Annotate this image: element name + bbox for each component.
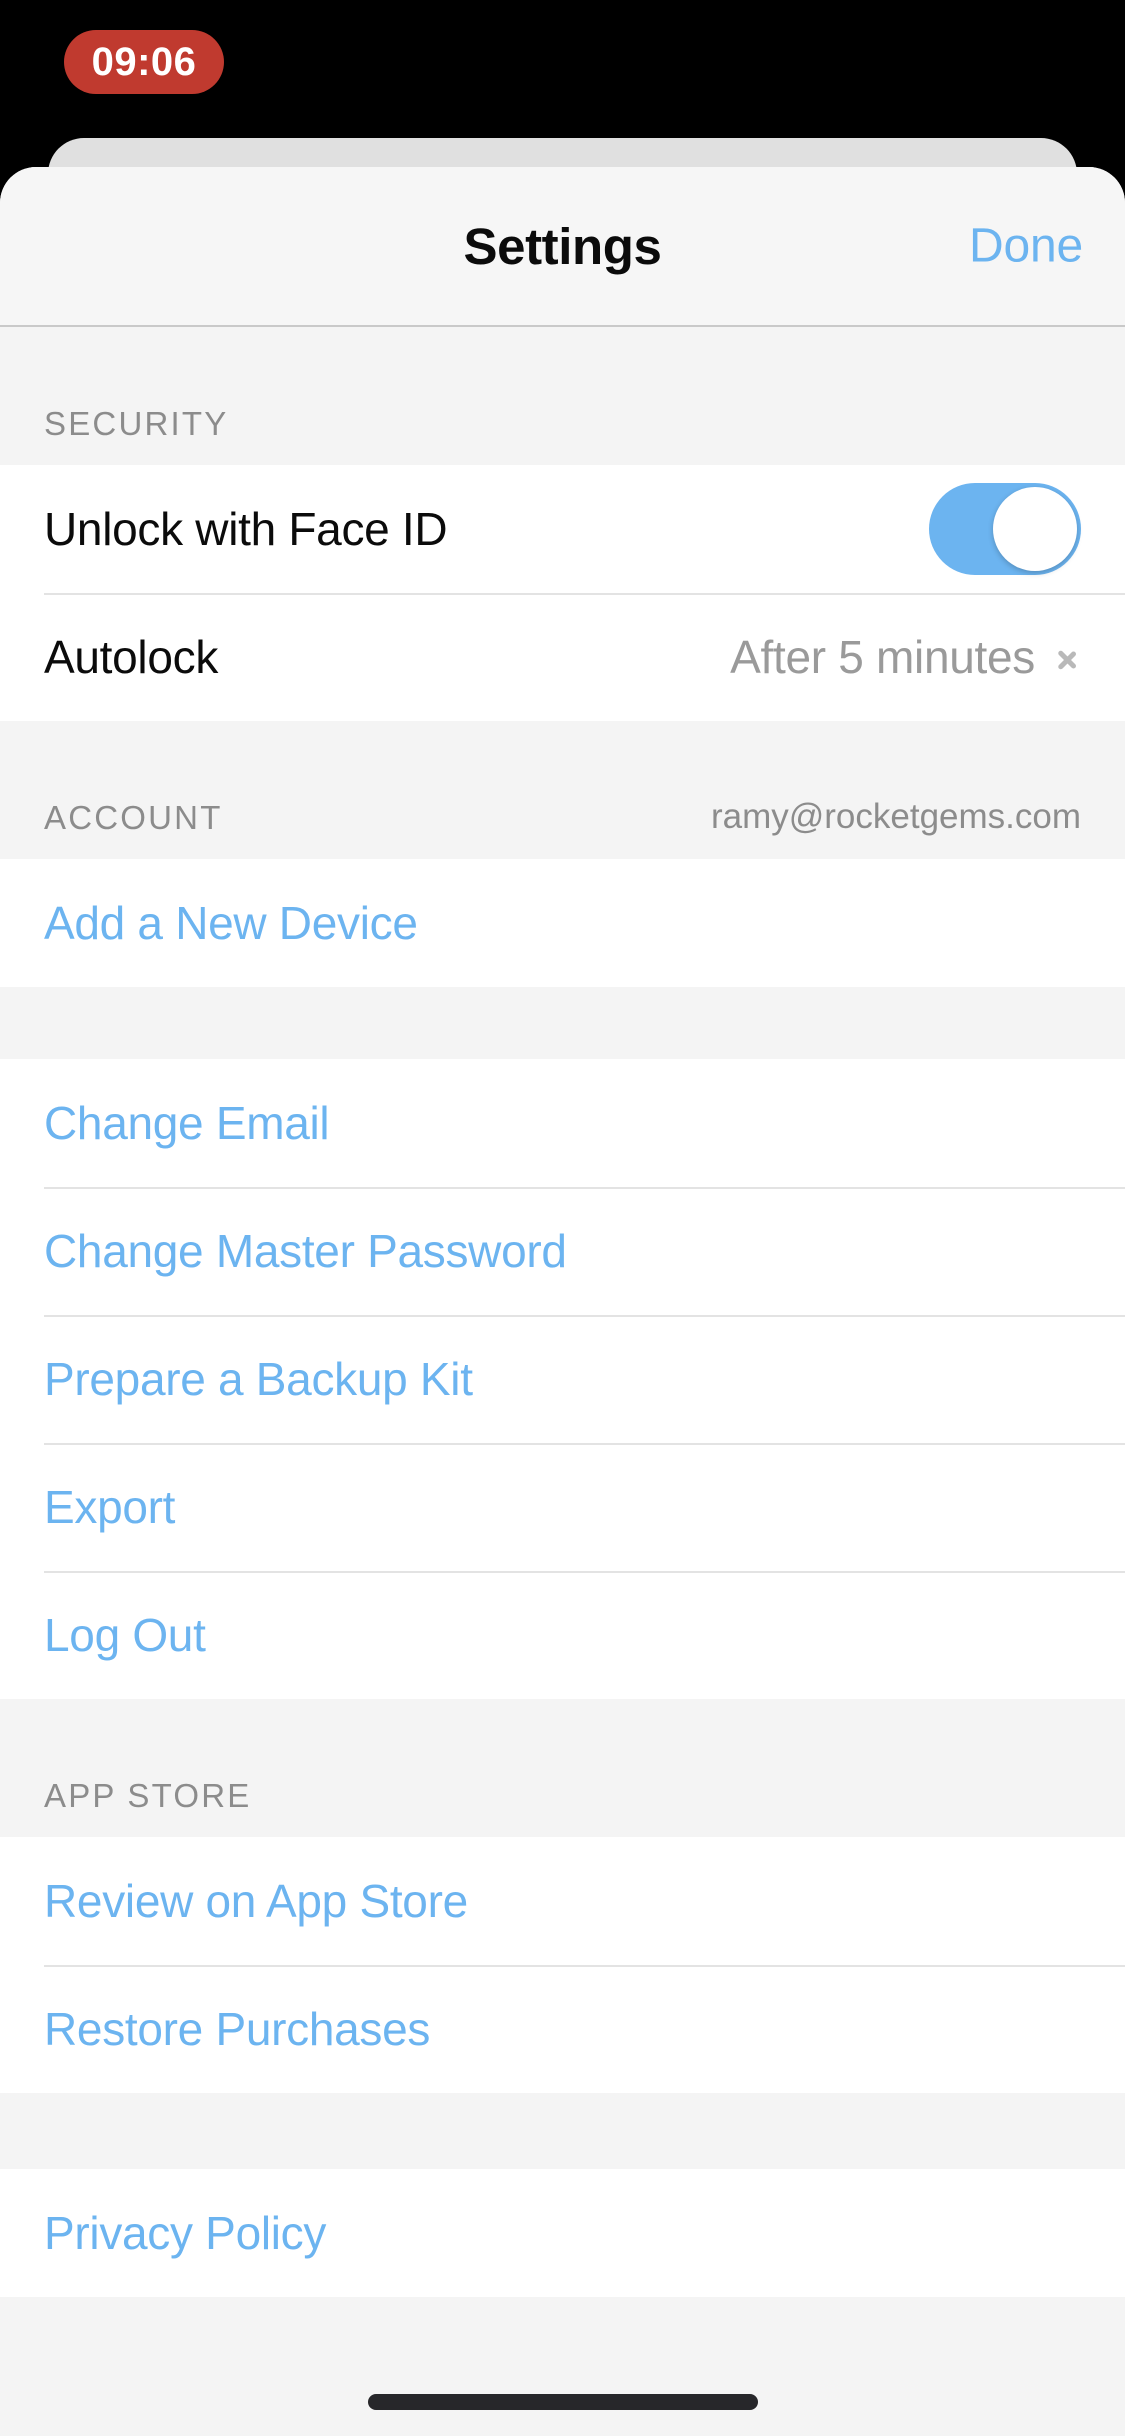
row-label-autolock: Autolock bbox=[44, 631, 219, 683]
row-restore-purchases[interactable]: Restore Purchases bbox=[0, 1965, 1125, 2093]
row-label-add-device: Add a New Device bbox=[44, 897, 418, 949]
row-label-change-master-password: Change Master Password bbox=[44, 1225, 567, 1277]
row-privacy-policy[interactable]: Privacy Policy bbox=[0, 2169, 1125, 2297]
toggle-knob bbox=[993, 487, 1077, 571]
section-header-app-store: APP STORE bbox=[0, 1699, 1125, 1837]
row-value-autolock: After 5 minutes bbox=[730, 631, 1035, 683]
row-label-prepare-backup-kit: Prepare a Backup Kit bbox=[44, 1353, 473, 1405]
group-spacer-1 bbox=[0, 987, 1125, 1059]
row-label-review-on-app-store: Review on App Store bbox=[44, 1875, 468, 1927]
status-bar: 09:06 bbox=[0, 0, 1125, 140]
row-autolock[interactable]: Autolock After 5 minutes bbox=[0, 593, 1125, 721]
home-indicator[interactable] bbox=[367, 2394, 758, 2410]
row-review-on-app-store[interactable]: Review on App Store bbox=[0, 1837, 1125, 1965]
row-unlock-with-face-id[interactable]: Unlock with Face ID bbox=[0, 465, 1125, 593]
row-log-out[interactable]: Log Out bbox=[0, 1571, 1125, 1699]
row-label-face-id: Unlock with Face ID bbox=[44, 503, 448, 555]
row-change-master-password[interactable]: Change Master Password bbox=[0, 1187, 1125, 1315]
recording-time-label: 09:06 bbox=[91, 40, 197, 84]
settings-sheet: Settings Done SECURITY Unlock with Face … bbox=[0, 167, 1125, 2436]
group-spacer-2 bbox=[0, 2093, 1125, 2169]
row-label-log-out: Log Out bbox=[44, 1609, 206, 1661]
section-header-account: ACCOUNT ramy@rocketgems.com bbox=[0, 721, 1125, 859]
phone-screen: 09:06 Settings Done SECURITY Unlock with… bbox=[0, 0, 1125, 2436]
section-title-security: SECURITY bbox=[44, 405, 229, 442]
chevron-right-icon bbox=[1057, 640, 1077, 674]
row-add-a-new-device[interactable]: Add a New Device bbox=[0, 859, 1125, 987]
add-device-group: Add a New Device bbox=[0, 859, 1125, 987]
row-label-change-email: Change Email bbox=[44, 1097, 330, 1149]
navigation-bar: Settings Done bbox=[0, 167, 1125, 327]
row-export[interactable]: Export bbox=[0, 1443, 1125, 1571]
section-title-app-store: APP STORE bbox=[44, 1777, 252, 1814]
row-label-export: Export bbox=[44, 1481, 176, 1533]
section-header-security: SECURITY bbox=[0, 327, 1125, 465]
page-title: Settings bbox=[463, 217, 662, 275]
account-email-label: ramy@rocketgems.com bbox=[710, 797, 1081, 836]
legal-group: Privacy Policy bbox=[0, 2169, 1125, 2297]
recording-indicator-pill[interactable]: 09:06 bbox=[64, 30, 224, 94]
account-actions-group: Change Email Change Master Password Prep… bbox=[0, 1059, 1125, 1699]
app-store-group: Review on App Store Restore Purchases bbox=[0, 1837, 1125, 2093]
security-group: Unlock with Face ID Autolock After 5 min… bbox=[0, 465, 1125, 721]
row-label-restore-purchases: Restore Purchases bbox=[44, 2003, 431, 2055]
section-title-account: ACCOUNT bbox=[44, 799, 223, 836]
row-change-email[interactable]: Change Email bbox=[0, 1059, 1125, 1187]
row-label-privacy-policy: Privacy Policy bbox=[44, 2207, 327, 2259]
row-prepare-a-backup-kit[interactable]: Prepare a Backup Kit bbox=[0, 1315, 1125, 1443]
face-id-toggle[interactable] bbox=[929, 483, 1081, 575]
done-button[interactable]: Done bbox=[969, 219, 1083, 274]
settings-list: SECURITY Unlock with Face ID Autolock Af… bbox=[0, 327, 1125, 2297]
